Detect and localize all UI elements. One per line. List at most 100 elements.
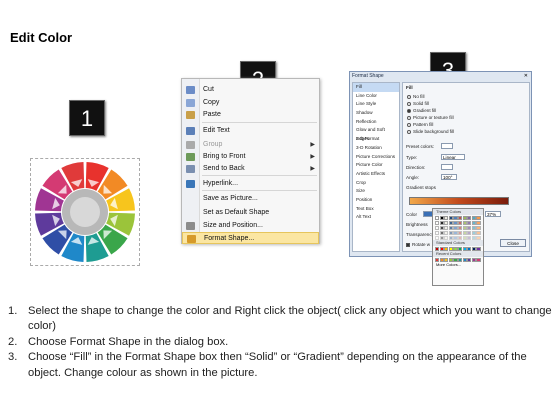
color-swatch[interactable] [444, 221, 449, 225]
color-swatch[interactable] [471, 216, 476, 220]
fill-option[interactable]: Pattern fill [407, 122, 433, 127]
selected-shape-frame[interactable] [30, 158, 140, 266]
color-swatch[interactable] [476, 247, 481, 251]
color-swatch[interactable] [476, 236, 481, 240]
menu-item-group[interactable]: Group ▶ [182, 139, 319, 151]
rotate-checkbox[interactable] [406, 242, 410, 247]
color-swatch[interactable] [439, 231, 444, 235]
color-swatch[interactable] [462, 221, 467, 225]
rotate-checkbox-label[interactable]: Rotate w [406, 242, 430, 247]
menu-item-paste[interactable]: Paste [182, 109, 319, 121]
color-swatch[interactable] [467, 231, 472, 235]
color-swatch[interactable] [448, 231, 453, 235]
color-swatch[interactable] [467, 216, 472, 220]
fill-option[interactable]: Slide background fill [407, 129, 454, 134]
fill-option[interactable]: Gradient fill [407, 108, 436, 113]
color-swatch[interactable] [444, 231, 449, 235]
color-swatch[interactable] [453, 236, 458, 240]
category-item[interactable]: Glow and Soft Edges [353, 126, 399, 141]
color-swatch[interactable] [457, 221, 463, 225]
category-item[interactable]: Crop [353, 179, 399, 188]
radio-button[interactable] [407, 108, 411, 113]
category-item[interactable]: Alt Text [353, 213, 399, 222]
menu-item-edit-text[interactable]: Edit Text [182, 125, 319, 137]
color-swatch[interactable] [462, 216, 467, 220]
color-swatch[interactable] [462, 247, 467, 251]
preset-colors-dropdown[interactable] [441, 143, 453, 149]
category-item[interactable]: Picture Color [353, 161, 399, 170]
color-swatch[interactable] [457, 226, 463, 230]
color-swatch[interactable] [467, 247, 472, 251]
fill-option[interactable]: No fill [407, 94, 425, 99]
radio-button[interactable] [407, 101, 411, 106]
menu-item-copy[interactable]: Copy [182, 97, 319, 109]
color-swatch[interactable] [471, 258, 476, 262]
color-swatch[interactable] [467, 258, 472, 262]
type-select[interactable]: Linear [441, 154, 465, 160]
color-swatch[interactable] [457, 236, 463, 240]
color-swatch[interactable] [448, 221, 453, 225]
direction-dropdown[interactable] [441, 164, 453, 170]
color-swatch[interactable] [476, 226, 481, 230]
color-swatch[interactable] [444, 226, 449, 230]
category-item[interactable]: Reflection [353, 118, 399, 127]
color-swatch[interactable] [448, 236, 453, 240]
color-swatch[interactable] [448, 216, 453, 220]
menu-item-hyperlink[interactable]: Hyperlink... [182, 178, 319, 190]
fill-option[interactable]: Picture or texture fill [407, 115, 454, 120]
category-item[interactable]: Picture Corrections [353, 153, 399, 162]
menu-item-size-and-position[interactable]: Size and Position... [182, 220, 319, 232]
category-item[interactable]: Size [353, 187, 399, 196]
color-swatch[interactable] [476, 216, 481, 220]
color-swatch[interactable] [439, 221, 444, 225]
color-swatch[interactable] [467, 236, 472, 240]
category-item[interactable]: Shadow [353, 109, 399, 118]
category-item[interactable]: Line Style [353, 100, 399, 109]
color-swatch[interactable] [462, 226, 467, 230]
color-swatch[interactable] [435, 231, 440, 235]
color-swatch[interactable] [444, 216, 449, 220]
color-swatch[interactable] [453, 216, 458, 220]
close-icon[interactable]: ✕ [524, 73, 528, 79]
menu-item-bring-to-front[interactable]: Bring to Front ▶ [182, 151, 319, 163]
color-swatch[interactable] [435, 221, 440, 225]
color-swatch[interactable] [435, 236, 440, 240]
radio-button[interactable] [407, 122, 411, 127]
color-swatch[interactable] [471, 247, 476, 251]
color-swatch[interactable] [439, 226, 444, 230]
color-swatch[interactable] [467, 221, 472, 225]
radio-button[interactable] [407, 115, 411, 120]
color-swatch[interactable] [467, 226, 472, 230]
color-swatch[interactable] [471, 226, 476, 230]
color-wheel-shape[interactable] [31, 159, 139, 265]
category-item[interactable]: 3-D Format [353, 135, 399, 144]
color-swatch[interactable] [476, 231, 481, 235]
category-item[interactable]: Line Color [353, 92, 399, 101]
radio-button[interactable] [407, 94, 411, 99]
color-swatch[interactable] [453, 226, 458, 230]
color-swatch[interactable] [435, 226, 440, 230]
menu-item-set-as-default-shape[interactable]: Set as Default Shape [182, 207, 319, 219]
color-swatch[interactable] [439, 216, 444, 220]
gradient-stops-bar[interactable] [409, 197, 509, 205]
color-swatch[interactable] [453, 221, 458, 225]
close-button[interactable]: Close [500, 239, 526, 247]
color-swatch[interactable] [457, 231, 463, 235]
category-item[interactable]: Artistic Effects [353, 170, 399, 179]
menu-item-send-to-back[interactable]: Send to Back ▶ [182, 163, 319, 175]
more-colors-link[interactable]: More Colors... [433, 262, 483, 268]
color-swatch[interactable] [476, 258, 481, 262]
color-swatch[interactable] [457, 216, 463, 220]
color-swatch[interactable] [462, 258, 467, 262]
color-swatch[interactable] [471, 231, 476, 235]
category-item[interactable]: Position [353, 196, 399, 205]
color-swatch[interactable] [435, 216, 440, 220]
angle-input[interactable]: 100° [441, 174, 457, 180]
color-swatch[interactable] [471, 236, 476, 240]
radio-button[interactable] [407, 129, 411, 134]
menu-item-format-shape[interactable]: Format Shape... [182, 232, 319, 244]
category-item[interactable]: 3-D Rotation [353, 144, 399, 153]
category-item[interactable]: Text Box [353, 205, 399, 214]
menu-item-cut[interactable]: Cut [182, 84, 319, 96]
color-swatch[interactable] [439, 236, 444, 240]
